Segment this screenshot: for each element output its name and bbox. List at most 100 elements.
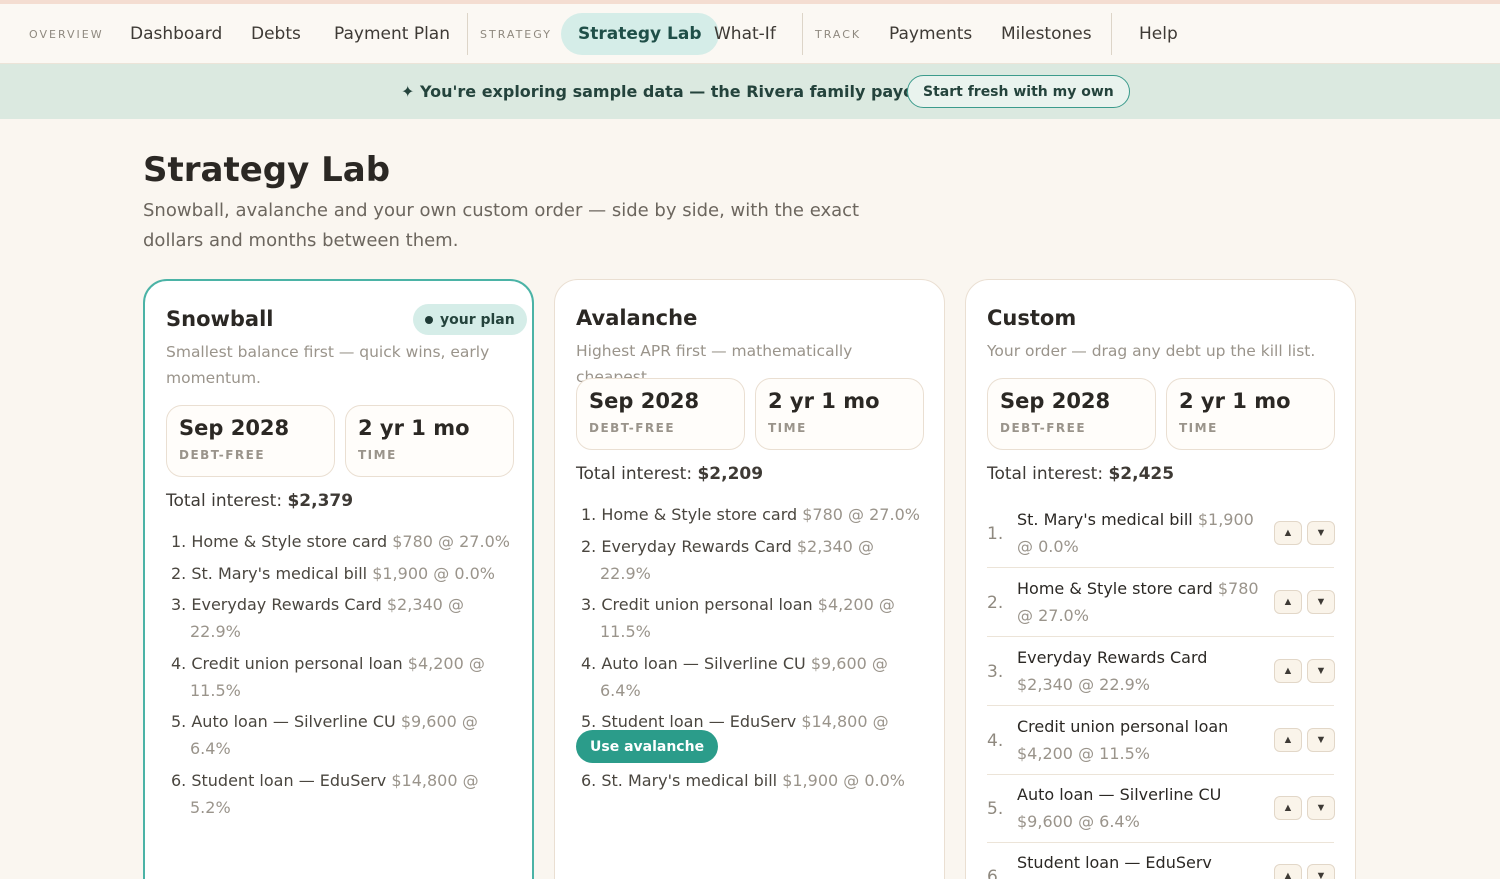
move-down-icon[interactable]: ▼ <box>1307 590 1335 614</box>
row-debt: Credit union personal loan $4,200 @ 11.5… <box>1017 717 1229 763</box>
debt-free-date: Sep 2028 <box>179 416 290 440</box>
interest-value: $2,379 <box>287 491 354 511</box>
banner-message: ✦ You're exploring sample data — the Riv… <box>401 82 978 101</box>
row-debt: Home & Style store card $780 @ 27.0% <box>1017 579 1259 625</box>
interest-value: $2,425 <box>1108 464 1175 484</box>
debt-free-label: DEBT-FREE <box>1000 421 1087 435</box>
move-down-icon[interactable]: ▼ <box>1307 521 1335 545</box>
nav-strategy-lab[interactable]: Strategy Lab <box>561 13 719 55</box>
page-title: Strategy Lab <box>143 150 391 190</box>
interest-value: $2,209 <box>697 464 764 484</box>
nav-milestones[interactable]: Milestones <box>1001 4 1092 64</box>
list-item: 5. Auto loan — Silverline CU $9,600 @ 6.… <box>171 712 478 758</box>
move-up-icon[interactable]: ▲ <box>1274 659 1302 683</box>
list-item: 4. Auto loan — Silverline CU $9,600 @ 6.… <box>581 653 888 700</box>
move-down-icon[interactable]: ▼ <box>1307 864 1335 879</box>
payoff-order-list: 1. Home & Style store card $780 @ 27.0% … <box>171 528 516 825</box>
dot-icon <box>425 315 433 324</box>
list-item: 1. Home & Style store card $780 @ 27.0% <box>581 505 920 524</box>
nav-divider <box>467 13 468 55</box>
custom-card[interactable]: Custom Your order — drag any debt up the… <box>965 279 1356 879</box>
row-debt: Student loan — EduServ <box>1017 853 1212 872</box>
interest-label: Total interest: <box>576 464 693 484</box>
debt-free-label: DEBT-FREE <box>179 448 266 462</box>
move-up-icon[interactable]: ▲ <box>1274 728 1302 752</box>
nav-help[interactable]: Help <box>1139 4 1178 64</box>
time-label: TIME <box>1179 421 1218 435</box>
list-item: 2. St. Mary's medical bill $1,900 @ 0.0% <box>171 563 495 583</box>
card-title: Custom <box>987 306 1077 330</box>
total-interest: Total interest: $2,379 <box>166 491 353 511</box>
debt-free-date: Sep 2028 <box>1000 389 1111 413</box>
nav-dashboard[interactable]: Dashboard <box>130 4 222 64</box>
time-label: TIME <box>358 448 397 462</box>
nav-divider <box>1111 13 1112 55</box>
your-plan-badge: your plan <box>413 304 527 335</box>
time-stat: 2 yr 1 mo TIME <box>755 378 924 450</box>
move-down-icon[interactable]: ▼ <box>1307 796 1335 820</box>
debt-free-stat: Sep 2028 DEBT-FREE <box>166 405 335 477</box>
list-item: 6. St. Mary's medical bill $1,900 @ 0.0% <box>581 770 905 790</box>
time-stat: 2 yr 1 mo TIME <box>345 405 514 477</box>
total-interest: Total interest: $2,209 <box>576 464 763 484</box>
row-number: 6. <box>987 867 1004 879</box>
row-number: 2. <box>987 593 1004 613</box>
card-title: Snowball <box>166 307 274 331</box>
row-debt: Everyday Rewards Card $2,340 @ 22.9% <box>1017 648 1208 694</box>
debt-free-stat: Sep 2028 DEBT-FREE <box>576 378 745 450</box>
time-stat: 2 yr 1 mo TIME <box>1166 378 1335 450</box>
nav-what-if[interactable]: What-If <box>714 4 776 64</box>
nav-group-overview: OVERVIEW <box>29 27 104 41</box>
top-nav: OVERVIEW Dashboard Debts Payment Plan ST… <box>0 4 1500 64</box>
custom-order-row[interactable]: 5. Auto loan — Silverline CU $9,600 @ 6.… <box>987 775 1335 843</box>
list-item: 6. Student loan — EduServ $14,800 @ 5.2% <box>171 770 479 817</box>
time-label: TIME <box>768 421 807 435</box>
custom-order-row[interactable]: 1. St. Mary's medical bill $1,900 @ 0.0%… <box>987 500 1335 568</box>
card-description: Smallest balance first — quick wins, ear… <box>166 343 490 387</box>
row-number: 4. <box>987 731 1004 751</box>
nav-divider <box>802 13 803 55</box>
list-item: 3. Credit union personal loan $4,200 @ 1… <box>581 595 895 641</box>
debt-free-stat: Sep 2028 DEBT-FREE <box>987 378 1156 450</box>
page-subtitle: Snowball, avalanche and your own custom … <box>143 200 860 251</box>
use-avalanche-button[interactable]: Use avalanche <box>576 730 719 763</box>
row-number: 1. <box>987 524 1004 544</box>
move-up-icon[interactable]: ▲ <box>1274 590 1302 614</box>
sample-data-banner: ✦ You're exploring sample data — the Riv… <box>0 64 1500 119</box>
row-debt: St. Mary's medical bill $1,900 @ 0.0% <box>1017 510 1254 556</box>
list-item: 1. Home & Style store card $780 @ 27.0% <box>171 532 510 551</box>
time-value: 2 yr 1 mo <box>768 389 880 413</box>
interest-label: Total interest: <box>166 491 283 511</box>
time-value: 2 yr 1 mo <box>358 416 470 440</box>
card-description: Your order — drag any debt up the kill l… <box>987 342 1316 360</box>
card-title: Avalanche <box>576 306 698 330</box>
list-item: 3. Everyday Rewards Card $2,340 @ 22.9% <box>171 595 464 641</box>
move-down-icon[interactable]: ▼ <box>1307 659 1335 683</box>
nav-group-track: TRACK <box>815 27 862 41</box>
start-fresh-button[interactable]: Start fresh with my own <box>907 75 1130 108</box>
avalanche-card[interactable]: Avalanche Highest APR first — mathematic… <box>554 279 945 879</box>
custom-order-row[interactable]: 6. Student loan — EduServ ▲ ▼ <box>987 843 1335 879</box>
time-value: 2 yr 1 mo <box>1179 389 1291 413</box>
move-down-icon[interactable]: ▼ <box>1307 728 1335 752</box>
move-up-icon[interactable]: ▲ <box>1274 864 1302 879</box>
total-interest: Total interest: $2,425 <box>987 464 1174 484</box>
list-item: 2. Everyday Rewards Card $2,340 @ 22.9% <box>581 536 874 583</box>
nav-debts[interactable]: Debts <box>251 4 301 64</box>
custom-order-row[interactable]: 3. Everyday Rewards Card $2,340 @ 22.9% … <box>987 638 1335 706</box>
debt-free-label: DEBT-FREE <box>589 421 676 435</box>
nav-payments[interactable]: Payments <box>889 4 972 64</box>
snowball-card[interactable]: Snowball your plan Smallest balance firs… <box>143 279 534 879</box>
move-up-icon[interactable]: ▲ <box>1274 796 1302 820</box>
nav-payment-plan[interactable]: Payment Plan <box>334 4 450 64</box>
debt-free-date: Sep 2028 <box>589 389 700 413</box>
custom-order-row[interactable]: 4. Credit union personal loan $4,200 @ 1… <box>987 707 1335 775</box>
row-debt: Auto loan — Silverline CU $9,600 @ 6.4% <box>1017 785 1222 831</box>
nav-group-strategy: STRATEGY <box>480 27 552 41</box>
row-number: 5. <box>987 799 1004 819</box>
badge-label: your plan <box>440 311 515 328</box>
move-up-icon[interactable]: ▲ <box>1274 521 1302 545</box>
custom-order-row[interactable]: 2. Home & Style store card $780 @ 27.0% … <box>987 569 1335 637</box>
list-item: 4. Credit union personal loan $4,200 @ 1… <box>171 653 485 700</box>
interest-label: Total interest: <box>987 464 1104 484</box>
